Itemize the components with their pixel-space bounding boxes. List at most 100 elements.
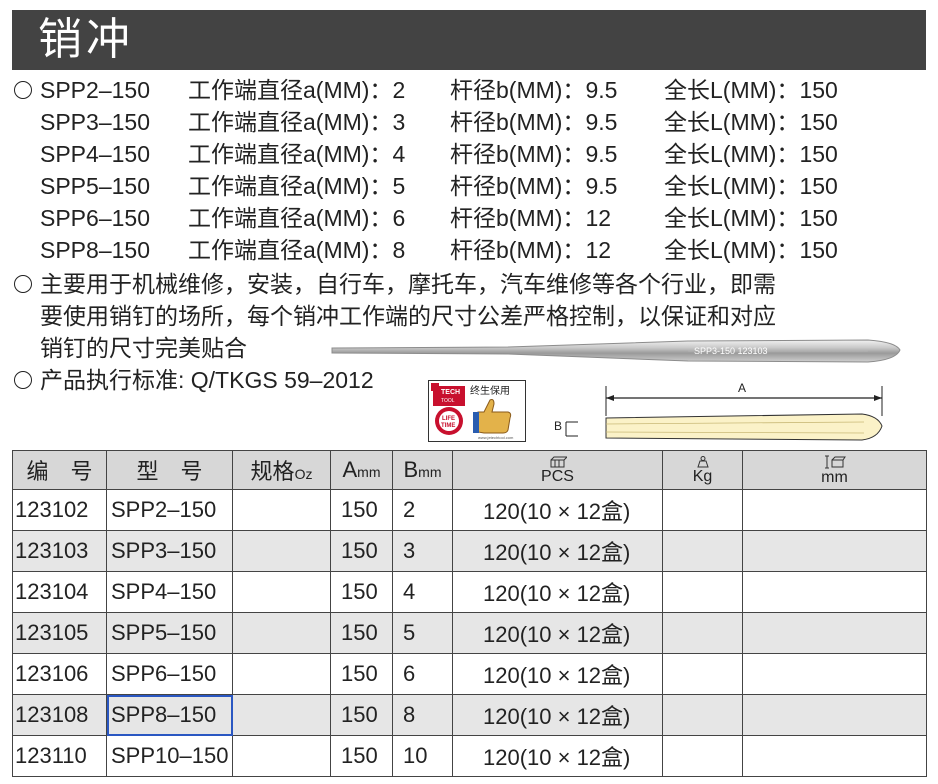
spec-a: 工作端直径a(MM)：4: [188, 141, 406, 167]
spec-model: SPP5–150: [40, 173, 150, 199]
spec-list: SPP2–150 工作端直径a(MM)：2 杆径b(MM)：9.5 全长L(MM…: [10, 74, 920, 266]
cell-mm: [742, 571, 927, 613]
header-code: 编 号: [12, 450, 107, 490]
cell-a: 150: [330, 530, 393, 572]
box-icon: [550, 456, 567, 468]
cell-model[interactable]: SPP5–150: [106, 612, 233, 654]
spec-b: 杆径b(MM)：12: [450, 205, 612, 231]
usage-line: 销钉的尺寸完美贴合: [40, 335, 247, 361]
warranty-text: 终生保用: [470, 384, 510, 397]
spec-b: 杆径b(MM)：9.5: [450, 173, 618, 199]
table-row: 123104 SPP4–150 150 4 120(10 × 12盒): [12, 571, 927, 613]
weight-icon: [696, 456, 709, 468]
cell-mm: [742, 612, 927, 654]
cell-kg: [662, 612, 743, 654]
spec-a: 工作端直径a(MM)：3: [188, 109, 406, 135]
cell-mm: [742, 735, 927, 777]
table-row: 123110 SPP10–150 150 10 120(10 × 12盒): [12, 735, 927, 777]
cell-spec: [232, 694, 331, 736]
cell-b: 8: [392, 694, 453, 736]
dimension-a-label: A: [738, 381, 746, 395]
spec-b: 杆径b(MM)：9.5: [450, 109, 618, 135]
spec-l: 全长L(MM)：150: [664, 109, 838, 135]
dimension-box-icon: [824, 455, 846, 469]
cell-kg: [662, 571, 743, 613]
cell-model[interactable]: SPP10–150: [106, 735, 233, 777]
cell-pcs: 120(10 × 12盒): [452, 612, 663, 654]
cell-b: 6: [392, 653, 453, 695]
cell-spec: [232, 489, 331, 531]
cell-pcs: 120(10 × 12盒): [452, 735, 663, 777]
cell-code: 123108: [12, 694, 107, 736]
table-header-row: 编 号 型 号 规格Oz Amm Bmm PCS Kg mm: [12, 450, 927, 490]
spec-a: 工作端直径a(MM)：5: [188, 173, 406, 199]
cell-a: 150: [330, 653, 393, 695]
cell-model[interactable]: SPP3–150: [106, 530, 233, 572]
spec-model: SPP4–150: [40, 141, 150, 167]
cell-model[interactable]: SPP4–150: [106, 571, 233, 613]
table-row: 123106 SPP6–150 150 6 120(10 × 12盒): [12, 653, 927, 695]
spec-b: 杆径b(MM)：9.5: [450, 77, 618, 103]
spec-l: 全长L(MM)：150: [664, 205, 838, 231]
lifetime-text-1: LIFE: [442, 416, 455, 422]
cell-code: 123110: [12, 735, 107, 777]
cell-spec: [232, 530, 331, 572]
cell-b: 2: [392, 489, 453, 531]
cell-kg: [662, 653, 743, 695]
spec-l: 全长L(MM)：150: [664, 173, 838, 199]
spec-line: SPP2–150 工作端直径a(MM)：2 杆径b(MM)：9.5 全长L(MM…: [10, 74, 920, 106]
cell-pcs: 120(10 × 12盒): [452, 571, 663, 613]
cell-kg: [662, 694, 743, 736]
spec-model: SPP2–150: [40, 77, 150, 103]
header-model: 型 号: [106, 450, 233, 490]
spec-a: 工作端直径a(MM)：2: [188, 77, 406, 103]
cell-pcs: 120(10 × 12盒): [452, 694, 663, 736]
cell-b: 3: [392, 530, 453, 572]
spec-line: SPP4–150 工作端直径a(MM)：4 杆径b(MM)：9.5 全长L(MM…: [10, 138, 920, 170]
spec-line: SPP3–150 工作端直径a(MM)：3 杆径b(MM)：9.5 全长L(MM…: [10, 106, 920, 138]
spec-b: 杆径b(MM)：9.5: [450, 141, 618, 167]
cell-b: 5: [392, 612, 453, 654]
spec-a: 工作端直径a(MM)：6: [188, 205, 406, 231]
cell-mm: [742, 530, 927, 572]
cell-a: 150: [330, 571, 393, 613]
cell-code: 123105: [12, 612, 107, 654]
table-row: 123102 SPP2–150 150 2 120(10 × 12盒): [12, 489, 927, 531]
cell-spec: [232, 612, 331, 654]
cell-pcs: 120(10 × 12盒): [452, 489, 663, 531]
cell-kg: [662, 489, 743, 531]
dimension-b-label: B: [554, 419, 562, 433]
usage-line: 要使用销钉的场所，每个销冲工作端的尺寸公差严格控制，以保证和对应: [40, 303, 776, 329]
cell-a: 150: [330, 735, 393, 777]
usage-line: 主要用于机械维修，安装，自行车，摩托车，汽车维修等各个行业，即需: [40, 271, 776, 297]
cell-model-selected[interactable]: SPP8–150: [106, 694, 233, 736]
circle-bullet-icon: [14, 275, 32, 293]
spec-l: 全长L(MM)：150: [664, 77, 838, 103]
lifetime-warranty-logo: TECH TOOL LIFE TIME 终生保用 www.jetechtool.…: [428, 380, 526, 442]
title-bar: 销冲: [12, 10, 926, 70]
pin-punch-image: SPP3-150 123103: [331, 339, 901, 363]
spec-l: 全长L(MM)：150: [664, 141, 838, 167]
cell-a: 150: [330, 694, 393, 736]
header-pcs: PCS: [452, 450, 663, 490]
brand-sub-text: TOOL: [441, 398, 455, 404]
spec-model: SPP6–150: [40, 205, 150, 231]
cell-kg: [662, 735, 743, 777]
cell-code: 123106: [12, 653, 107, 695]
lifetime-text-2: TIME: [441, 423, 455, 429]
spec-l: 全长L(MM)：150: [664, 237, 838, 263]
cell-code: 123104: [12, 571, 107, 613]
cell-code: 123103: [12, 530, 107, 572]
cell-b: 4: [392, 571, 453, 613]
cell-mm: [742, 694, 927, 736]
spec-line: SPP5–150 工作端直径a(MM)：5 杆径b(MM)：9.5 全长L(MM…: [10, 170, 920, 202]
header-spec: 规格Oz: [232, 450, 331, 490]
cell-model[interactable]: SPP6–150: [106, 653, 233, 695]
spec-line: SPP6–150 工作端直径a(MM)：6 杆径b(MM)：12 全长L(MM)…: [10, 202, 920, 234]
website-text: www.jetechtool.com: [478, 435, 514, 440]
cell-model[interactable]: SPP2–150: [106, 489, 233, 531]
cell-spec: [232, 735, 331, 777]
cell-code: 123102: [12, 489, 107, 531]
cell-pcs: 120(10 × 12盒): [452, 653, 663, 695]
header-mm: mm: [742, 450, 927, 490]
